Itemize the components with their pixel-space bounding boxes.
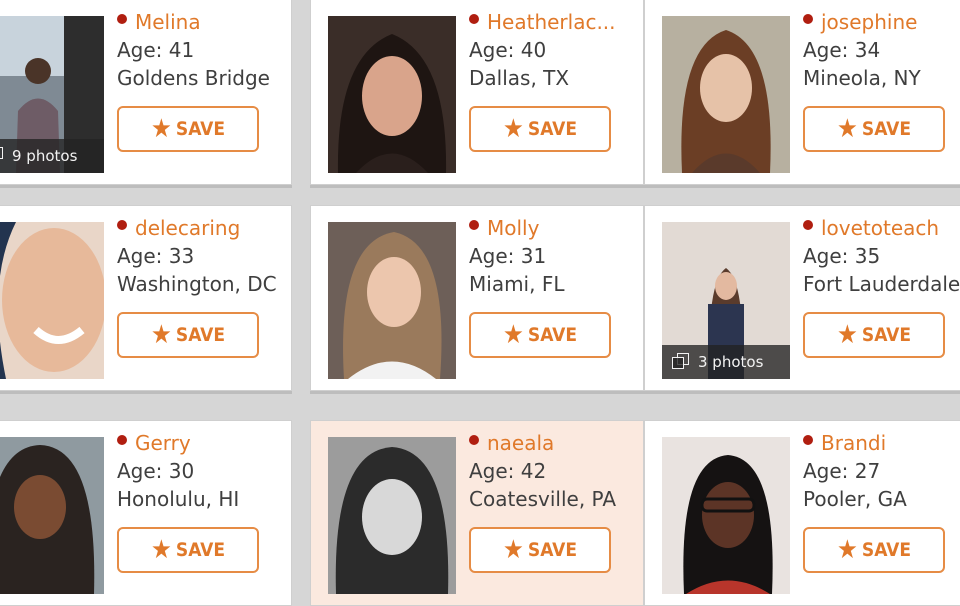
star-icon: ★ <box>150 535 172 565</box>
profile-age: Age: 31 <box>469 244 547 268</box>
online-dot-icon <box>803 435 813 445</box>
profile-photo[interactable] <box>662 437 790 594</box>
profile-name-link[interactable]: josephine <box>821 10 917 34</box>
save-button[interactable]: ★ SAVE <box>117 312 259 358</box>
profile-photo[interactable] <box>328 222 456 379</box>
online-dot-icon <box>469 435 479 445</box>
save-button[interactable]: ★ SAVE <box>117 527 259 573</box>
profile-card[interactable]: Gerry Age: 30 Honolulu, HI ★ SAVE <box>0 420 292 606</box>
photo-count-label: 9 photos <box>12 147 78 165</box>
save-label: SAVE <box>175 324 226 346</box>
photo-count-badge[interactable]: 9 photos <box>0 139 104 173</box>
profile-age: Age: 35 <box>803 244 881 268</box>
save-label: SAVE <box>527 539 578 561</box>
save-label: SAVE <box>861 324 912 346</box>
profile-location: Mineola, NY <box>803 66 921 90</box>
profile-age: Age: 42 <box>469 459 547 483</box>
online-dot-icon <box>117 14 127 24</box>
profile-location: Dallas, TX <box>469 66 570 90</box>
profile-location: Pooler, GA <box>803 487 907 511</box>
profile-card[interactable]: 9 photos Melina Age: 41 Goldens Bridge ★… <box>0 0 292 185</box>
profile-card[interactable]: josephine Age: 34 Mineola, NY ★ SAVE <box>644 0 960 185</box>
profile-photo[interactable] <box>662 16 790 173</box>
star-icon: ★ <box>502 535 524 565</box>
profile-name-link[interactable]: Molly <box>487 216 539 240</box>
profile-card[interactable]: Molly Age: 31 Miami, FL ★ SAVE <box>310 205 644 391</box>
save-button[interactable]: ★ SAVE <box>469 106 611 152</box>
star-icon: ★ <box>502 114 524 144</box>
profile-age: Age: 27 <box>803 459 881 483</box>
profile-name-link[interactable]: lovetoteach <box>821 216 939 240</box>
profile-location: Miami, FL <box>469 272 565 296</box>
online-dot-icon <box>803 14 813 24</box>
photos-stack-icon <box>0 147 4 165</box>
save-label: SAVE <box>861 118 912 140</box>
star-icon: ★ <box>150 114 172 144</box>
save-button[interactable]: ★ SAVE <box>117 106 259 152</box>
save-label: SAVE <box>527 324 578 346</box>
save-button[interactable]: ★ SAVE <box>803 106 945 152</box>
profile-name-link[interactable]: Brandi <box>821 431 886 455</box>
profile-location: Honolulu, HI <box>117 487 240 511</box>
online-dot-icon <box>117 435 127 445</box>
profile-name-link[interactable]: naeala <box>487 431 554 455</box>
profile-card[interactable]: 3 photos lovetoteach Age: 35 Fort Lauder… <box>644 205 960 391</box>
save-button[interactable]: ★ SAVE <box>469 527 611 573</box>
profile-age: Age: 40 <box>469 38 547 62</box>
save-button[interactable]: ★ SAVE <box>803 312 945 358</box>
profile-name-link[interactable]: Gerry <box>135 431 191 455</box>
profile-name-link[interactable]: delecaring <box>135 216 240 240</box>
profile-photo[interactable] <box>0 437 104 594</box>
profile-photo[interactable] <box>328 16 456 173</box>
profile-location: Fort Lauderdale <box>803 272 960 296</box>
profile-age: Age: 33 <box>117 244 195 268</box>
save-button[interactable]: ★ SAVE <box>469 312 611 358</box>
star-icon: ★ <box>836 535 858 565</box>
online-dot-icon <box>469 14 479 24</box>
profile-age: Age: 34 <box>803 38 881 62</box>
star-icon: ★ <box>502 320 524 350</box>
profile-card[interactable]: delecaring Age: 33 Washington, DC ★ SAVE <box>0 205 292 391</box>
save-label: SAVE <box>175 539 226 561</box>
profile-location: Washington, DC <box>117 272 277 296</box>
profile-name-link[interactable]: Melina <box>135 10 201 34</box>
profile-photo[interactable]: 9 photos <box>0 16 104 173</box>
profile-photo[interactable]: 3 photos <box>662 222 790 379</box>
online-dot-icon <box>803 220 813 230</box>
save-button[interactable]: ★ SAVE <box>803 527 945 573</box>
online-dot-icon <box>117 220 127 230</box>
profile-location: Goldens Bridge <box>117 66 270 90</box>
photo-count-badge[interactable]: 3 photos <box>662 345 790 379</box>
save-label: SAVE <box>861 539 912 561</box>
profile-card[interactable]: Heatherlac... Age: 40 Dallas, TX ★ SAVE <box>310 0 644 185</box>
save-label: SAVE <box>175 118 226 140</box>
profile-card-highlighted[interactable]: naeala Age: 42 Coatesville, PA ★ SAVE <box>310 420 644 606</box>
save-label: SAVE <box>527 118 578 140</box>
profile-photo[interactable] <box>0 222 104 379</box>
profile-age: Age: 30 <box>117 459 195 483</box>
photos-stack-icon <box>672 353 690 371</box>
star-icon: ★ <box>836 320 858 350</box>
profile-age: Age: 41 <box>117 38 195 62</box>
profile-photo[interactable] <box>328 437 456 594</box>
online-dot-icon <box>469 220 479 230</box>
profile-name-link[interactable]: Heatherlac... <box>487 10 616 34</box>
profile-card[interactable]: Brandi Age: 27 Pooler, GA ★ SAVE <box>644 420 960 606</box>
star-icon: ★ <box>836 114 858 144</box>
photo-count-label: 3 photos <box>698 353 764 371</box>
profile-location: Coatesville, PA <box>469 487 617 511</box>
star-icon: ★ <box>150 320 172 350</box>
